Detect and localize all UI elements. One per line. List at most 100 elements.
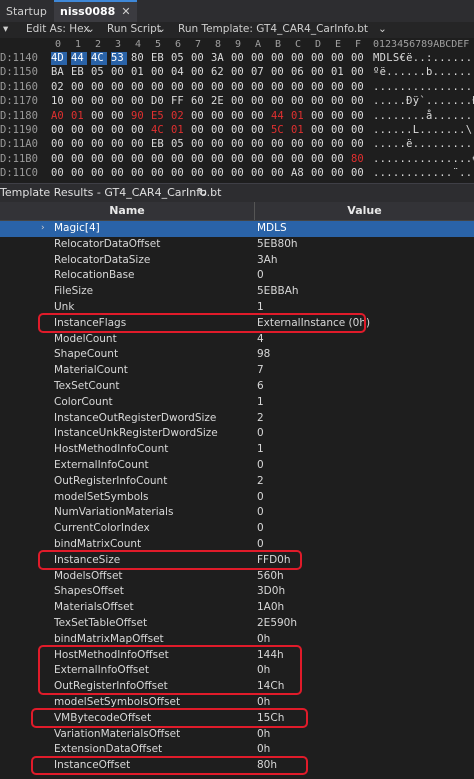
table-row[interactable]: ExternalInfoCount 0 xyxy=(0,458,474,474)
hex-byte[interactable]: 00 xyxy=(251,95,267,108)
hex-byte[interactable]: 00 xyxy=(191,138,207,151)
hex-byte[interactable]: 00 xyxy=(231,138,247,151)
hex-byte[interactable]: 00 xyxy=(231,110,247,123)
hex-byte[interactable]: 00 xyxy=(251,138,267,151)
hex-row[interactable]: D:1180 A0 01 00 00 90 E5 02 00 00 00 00 44 01 00 00 00..… xyxy=(0,110,474,123)
hex-byte[interactable]: 00 xyxy=(351,138,367,151)
hex-byte[interactable]: 00 xyxy=(251,167,267,180)
hex-byte[interactable]: 00 xyxy=(191,153,207,166)
hex-row[interactable]: D:1150 BA EB 05 00 01 00 04 00 62 00 07 00 06 00 01 00 ºë… xyxy=(0,66,474,79)
hex-byte[interactable]: 00 xyxy=(191,167,207,180)
table-row[interactable]: RelocatorDataSize 3Ah xyxy=(0,253,474,269)
hex-row[interactable]: D:11A0 00 00 00 00 00 EB 05 00 00 00 00 00 00 00 00 00..… xyxy=(0,138,474,151)
hex-byte[interactable]: 5C xyxy=(271,124,287,137)
hex-byte[interactable]: 00 xyxy=(171,81,187,94)
table-row[interactable]: InstanceUnkRegisterDwordSize 0 xyxy=(0,426,474,442)
chevron-down-icon[interactable]: ⌄ xyxy=(157,23,166,35)
hex-byte[interactable]: 00 xyxy=(291,81,307,94)
hex-byte[interactable]: 3A xyxy=(211,52,227,65)
hex-byte[interactable]: 00 xyxy=(51,138,67,151)
hex-byte[interactable]: 00 xyxy=(191,52,207,65)
hex-byte[interactable]: 00 xyxy=(131,124,147,137)
hex-byte[interactable]: 00 xyxy=(211,81,227,94)
hex-byte[interactable]: 4C xyxy=(151,124,167,137)
hex-byte[interactable]: 00 xyxy=(311,81,327,94)
table-row[interactable]: MaterialCount 7 xyxy=(0,363,474,379)
hex-byte[interactable]: 00 xyxy=(251,52,267,65)
hex-byte[interactable]: 00 xyxy=(151,81,167,94)
hex-row[interactable]: D:1140 4D 44 4C 53 80 EB 05 00 3A 00 00 00 00 00 00 00 MD… xyxy=(0,52,474,65)
hex-byte[interactable]: 00 xyxy=(91,138,107,151)
hex-byte[interactable]: 00 xyxy=(91,153,107,166)
hex-byte[interactable]: 02 xyxy=(51,81,67,94)
hex-byte[interactable]: 00 xyxy=(211,167,227,180)
hex-byte[interactable]: 00 xyxy=(231,66,247,79)
hex-byte[interactable]: 00 xyxy=(331,167,347,180)
hex-row[interactable]: D:11B0 00 00 00 00 00 00 00 00 00 00 00 00 00 00 00 80..… xyxy=(0,153,474,166)
hex-byte[interactable]: 00 xyxy=(171,153,187,166)
hex-byte[interactable]: 00 xyxy=(151,153,167,166)
hex-byte[interactable]: 00 xyxy=(191,81,207,94)
hex-byte[interactable]: 00 xyxy=(131,95,147,108)
hex-byte[interactable]: 00 xyxy=(91,110,107,123)
hex-byte[interactable]: 2E xyxy=(211,95,227,108)
hex-byte[interactable]: 00 xyxy=(251,81,267,94)
hex-byte[interactable]: 00 xyxy=(51,124,67,137)
hex-byte[interactable]: 44 xyxy=(71,52,87,65)
table-row[interactable]: HostMethodInfoCount 1 xyxy=(0,442,474,458)
hex-byte[interactable]: 01 xyxy=(291,110,307,123)
hex-byte[interactable]: 01 xyxy=(291,124,307,137)
hex-byte[interactable]: 00 xyxy=(51,167,67,180)
chevron-down-icon[interactable]: ⌄ xyxy=(378,23,387,35)
hex-byte[interactable]: BA xyxy=(51,66,67,79)
chevron-down-icon[interactable]: ⌄ xyxy=(86,23,95,35)
hex-row[interactable]: D:1190 00 00 00 00 00 4C 01 00 00 00 00 5C 01 00 00 00..… xyxy=(0,124,474,137)
hex-byte[interactable]: 00 xyxy=(271,52,287,65)
hex-byte[interactable]: 00 xyxy=(291,95,307,108)
hex-byte[interactable]: 06 xyxy=(291,66,307,79)
table-row[interactable]: modelSetSymbols 0 xyxy=(0,490,474,506)
hex-ascii[interactable]: ºë......b....... xyxy=(373,66,474,79)
hex-byte[interactable]: 05 xyxy=(171,52,187,65)
hex-byte[interactable]: 00 xyxy=(351,52,367,65)
hex-ascii[interactable]: ................ xyxy=(373,81,474,94)
table-row[interactable]: MaterialsOffset 1A0h xyxy=(0,600,474,616)
hex-byte[interactable]: 00 xyxy=(111,124,127,137)
table-row[interactable]: VariationMaterialsOffset 0h xyxy=(0,727,474,743)
hex-byte[interactable]: 00 xyxy=(271,167,287,180)
hex-byte[interactable]: 00 xyxy=(111,167,127,180)
hex-byte[interactable]: 00 xyxy=(271,66,287,79)
chevron-right-icon[interactable]: › xyxy=(41,221,45,237)
hex-byte[interactable]: A0 xyxy=(51,110,67,123)
hex-byte[interactable]: FF xyxy=(171,95,187,108)
hex-ascii[interactable]: .....Ðÿ`.......Ð xyxy=(373,95,474,108)
hex-byte[interactable]: 00 xyxy=(311,167,327,180)
hex-byte[interactable]: 00 xyxy=(151,167,167,180)
hex-byte[interactable]: 00 xyxy=(331,81,347,94)
hex-byte[interactable]: 00 xyxy=(271,138,287,151)
hex-ascii[interactable]: ...............€ xyxy=(373,153,474,166)
tab-niss0088[interactable]: niss0088 ✕ xyxy=(54,0,137,22)
hex-byte[interactable]: 00 xyxy=(71,95,87,108)
edit-as-dropdown[interactable]: Edit As: Hex xyxy=(26,23,90,35)
column-header-name[interactable]: Name xyxy=(0,202,255,220)
hex-byte[interactable]: 07 xyxy=(251,66,267,79)
table-row[interactable]: RelocationBase 0 xyxy=(0,268,474,284)
table-row[interactable]: ModelCount 4 xyxy=(0,332,474,348)
table-row[interactable]: OutRegisterInfoCount 2 xyxy=(0,474,474,490)
hex-byte[interactable]: 00 xyxy=(271,153,287,166)
hex-byte[interactable]: 00 xyxy=(91,81,107,94)
hex-byte[interactable]: 00 xyxy=(311,66,327,79)
hex-byte[interactable]: 00 xyxy=(111,81,127,94)
hex-ascii[interactable]: MDLS€ë..:....... xyxy=(373,52,474,65)
hex-ascii[interactable]: ......L.......\. xyxy=(373,124,474,137)
hex-byte[interactable]: 00 xyxy=(211,110,227,123)
tab-startup[interactable]: Startup xyxy=(0,2,53,22)
hex-byte[interactable]: 05 xyxy=(171,138,187,151)
hex-byte[interactable]: 00 xyxy=(311,95,327,108)
hex-byte[interactable]: 00 xyxy=(171,167,187,180)
hex-byte[interactable]: 00 xyxy=(351,81,367,94)
table-row[interactable]: › Magic[4] MDLS xyxy=(0,221,474,237)
hex-byte[interactable]: A8 xyxy=(291,167,307,180)
hex-byte[interactable]: 60 xyxy=(191,95,207,108)
